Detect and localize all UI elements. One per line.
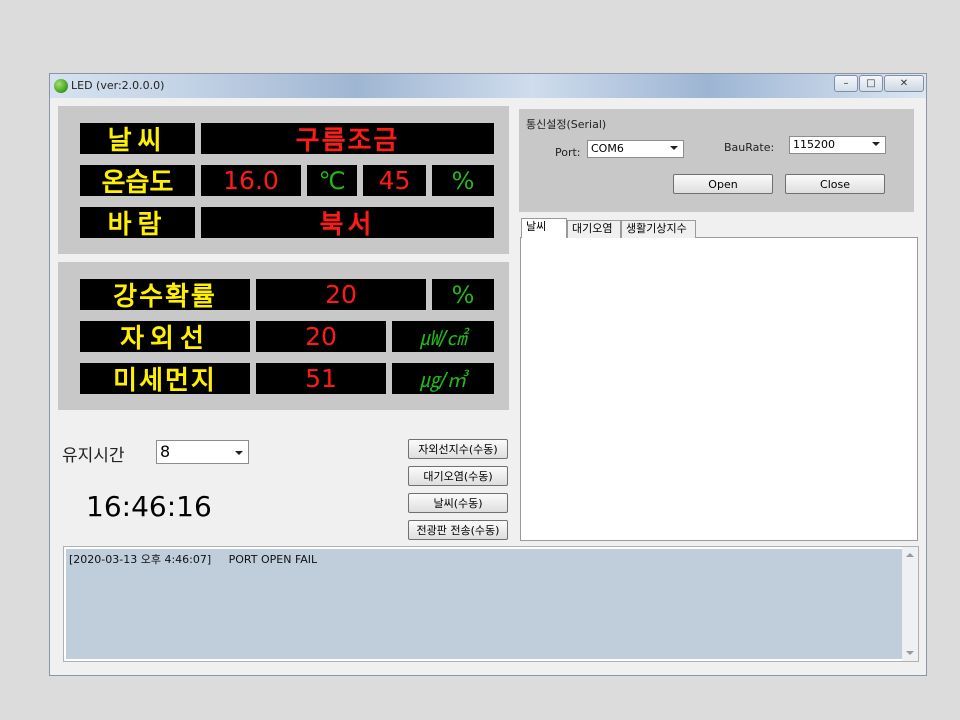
chevron-down-icon: [670, 146, 678, 150]
log-scrollbar[interactable]: [902, 547, 918, 661]
send-board-manual-button[interactable]: 전광판 전송(수동): [408, 520, 508, 540]
temperature-unit: ℃: [307, 165, 357, 196]
chevron-down-icon: [235, 451, 243, 455]
temperature-value: 16.0: [201, 165, 301, 196]
serial-group-title: 통신설정(Serial): [526, 118, 607, 131]
humidity-unit: %: [432, 165, 494, 196]
wind-value: 북서: [201, 207, 494, 238]
window-title: LED (ver:2.0.0.0): [71, 79, 165, 92]
title-bar[interactable]: LED (ver:2.0.0.0) – □ ✕: [50, 74, 926, 98]
log-panel[interactable]: [2020-03-13 오후 4:46:07] PORT OPEN FAIL: [63, 546, 919, 662]
baud-rate-value: 115200: [793, 138, 835, 151]
close-window-button[interactable]: ✕: [884, 75, 924, 92]
temp-humidity-label: 온습도: [80, 165, 195, 196]
uv-unit: ㎼/㎠: [392, 321, 494, 352]
precipitation-label: 강수확률: [80, 279, 250, 310]
fine-dust-label: 미세먼지: [80, 363, 250, 394]
scroll-down-icon[interactable]: [906, 651, 914, 655]
air-manual-button[interactable]: 대기오염(수동): [408, 466, 508, 486]
log-text-area: [2020-03-13 오후 4:46:07] PORT OPEN FAIL: [66, 549, 902, 659]
hold-time-value: 8: [160, 442, 171, 461]
uv-value: 20: [256, 321, 386, 352]
port-value: COM6: [591, 142, 624, 155]
weather-value: 구름조금: [201, 123, 494, 154]
uv-manual-button[interactable]: 자외선지수(수동): [408, 439, 508, 459]
log-line: [2020-03-13 오후 4:46:07] PORT OPEN FAIL: [69, 553, 318, 566]
fine-dust-value: 51: [256, 363, 386, 394]
chevron-down-icon: [872, 142, 880, 146]
tab-living-weather-index[interactable]: 생활기상지수: [621, 220, 696, 238]
precipitation-unit: %: [432, 279, 494, 310]
fine-dust-unit: ㎍/㎥: [392, 363, 494, 394]
tab-content-panel: [520, 237, 918, 541]
app-icon: [54, 79, 68, 93]
maximize-button[interactable]: □: [859, 75, 883, 92]
weather-label: 날씨: [80, 123, 195, 154]
uv-label: 자외선: [80, 321, 250, 352]
wind-label: 바람: [80, 207, 195, 238]
open-port-button[interactable]: Open: [673, 174, 773, 194]
baud-rate-select[interactable]: 115200: [789, 136, 886, 154]
port-select[interactable]: COM6: [587, 140, 684, 158]
close-port-button[interactable]: Close: [785, 174, 885, 194]
tab-weather[interactable]: 날씨: [521, 218, 567, 238]
humidity-value: 45: [363, 165, 426, 196]
baud-rate-label: BauRate:: [724, 141, 775, 154]
tab-air-pollution[interactable]: 대기오염: [567, 220, 621, 238]
weather-manual-button[interactable]: 날씨(수동): [408, 493, 508, 513]
hold-time-label: 유지시간: [62, 446, 125, 466]
hold-time-select[interactable]: 8: [156, 440, 249, 464]
port-label: Port:: [555, 146, 581, 159]
scroll-up-icon[interactable]: [906, 553, 914, 557]
clock-display: 16:46:16: [86, 490, 212, 523]
minimize-button[interactable]: –: [834, 75, 858, 92]
precipitation-value: 20: [256, 279, 426, 310]
